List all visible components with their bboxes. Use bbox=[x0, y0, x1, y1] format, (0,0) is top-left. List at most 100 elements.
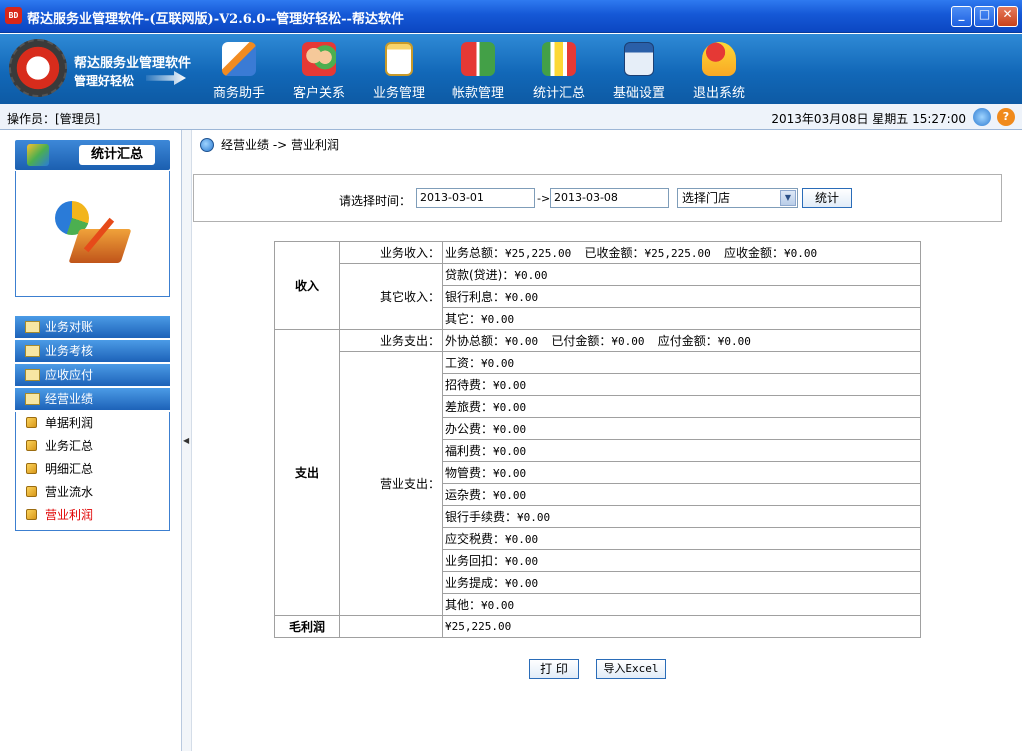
biz-expense-total-label: 外协总额： bbox=[445, 334, 506, 348]
globe-search-icon bbox=[200, 138, 214, 152]
biz-income-total-label: 业务总额： bbox=[445, 246, 506, 260]
brand-slogan: 管理好轻松 bbox=[74, 74, 135, 88]
biz-income-received: ¥25,225.00 bbox=[644, 247, 711, 260]
biz-expense-label: 业务支出： bbox=[339, 329, 443, 352]
sidebar-item-business-summary[interactable]: 业务汇总 bbox=[26, 436, 93, 456]
other-income-label: 其它收入： bbox=[339, 263, 443, 330]
menu-group-receivables[interactable]: 应收应付 bbox=[15, 364, 170, 386]
sidebar-item-operating-profit[interactable]: 营业利润 bbox=[26, 505, 93, 525]
start-date-input[interactable]: 2013-03-01 bbox=[416, 188, 535, 208]
nav-account-management[interactable]: 帐款管理 bbox=[442, 38, 514, 101]
arrow-icon bbox=[146, 71, 186, 85]
stat-button[interactable]: 统计 bbox=[802, 188, 852, 208]
menu-group-reconciliation[interactable]: 业务对账 bbox=[15, 316, 170, 338]
table-row: 收入 业务收入： 业务总额：¥25,225.00 已收金额：¥25,225.00… bbox=[274, 241, 921, 330]
row-value: ¥0.00 bbox=[505, 533, 539, 546]
people-icon bbox=[302, 42, 336, 76]
sidebar-item-turnover[interactable]: 营业流水 bbox=[26, 482, 93, 502]
help-icon[interactable]: ? bbox=[997, 108, 1015, 126]
cube-icon bbox=[26, 440, 37, 451]
nav-statistics[interactable]: 统计汇总 bbox=[523, 38, 595, 101]
row-value: ¥0.00 bbox=[517, 511, 551, 524]
sidebar-item-detail-summary[interactable]: 明细汇总 bbox=[26, 459, 93, 479]
row-label: 业务提成： bbox=[445, 576, 506, 590]
chevron-down-icon[interactable]: ▼ bbox=[780, 190, 796, 206]
row-value: ¥0.00 bbox=[493, 401, 527, 414]
row-value: ¥0.00 bbox=[493, 379, 527, 392]
end-date-input[interactable]: 2013-03-08 bbox=[550, 188, 669, 208]
panel-splitter[interactable]: ◀ bbox=[182, 130, 192, 751]
row-value: ¥0.00 bbox=[505, 555, 539, 568]
biz-income-values: 业务总额：¥25,225.00 已收金额：¥25,225.00 应收金额：¥0.… bbox=[442, 241, 921, 264]
row-label: 业务回扣： bbox=[445, 554, 506, 568]
gross-profit-empty bbox=[339, 615, 443, 638]
op-expense-row: 招待费：¥0.00 bbox=[442, 373, 921, 396]
row-value: ¥0.00 bbox=[493, 445, 527, 458]
row-value: ¥0.00 bbox=[493, 423, 527, 436]
sidebar-item-label: 单据利润 bbox=[45, 416, 94, 430]
row-label: 贷款(贷进)： bbox=[445, 268, 515, 282]
table-row: 其它收入： 贷款(贷进)：¥0.00 bbox=[275, 263, 921, 330]
print-button[interactable]: 打 印 bbox=[529, 659, 579, 679]
nav-label: 帐款管理 bbox=[451, 86, 504, 101]
menu-group-label: 业务对账 bbox=[45, 320, 94, 334]
biz-income-receivable-label: 应收金额： bbox=[724, 246, 785, 260]
window-title: 帮达服务业管理软件-(互联网版)-V2.6.0--管理好轻松--帮达软件 bbox=[27, 12, 404, 27]
op-expense-row: 业务回扣：¥0.00 bbox=[442, 549, 921, 572]
nav-exit[interactable]: 退出系统 bbox=[683, 38, 755, 101]
gear-logo-icon bbox=[9, 39, 67, 97]
export-excel-button[interactable]: 导入Excel bbox=[596, 659, 666, 679]
breadcrumb: 经营业绩 -> 营业利润 bbox=[200, 136, 339, 153]
sidebar-header-label: 统计汇总 bbox=[79, 145, 155, 165]
row-value: ¥0.00 bbox=[481, 357, 515, 370]
row-value: ¥0.00 bbox=[493, 489, 527, 502]
sidebar-item-label: 明细汇总 bbox=[45, 462, 94, 476]
store-select[interactable]: 选择门店 ▼ bbox=[677, 188, 798, 208]
menu-group-label: 经营业绩 bbox=[45, 392, 94, 406]
op-expense-row: 福利费：¥0.00 bbox=[442, 439, 921, 462]
biz-expense-payable: ¥0.00 bbox=[717, 335, 751, 348]
biz-expense-values: 外协总额：¥0.00 已付金额：¥0.00 应付金额：¥0.00 bbox=[442, 329, 921, 352]
top-banner: 帮达服务业管理软件 管理好轻松 商务助手 客户关系 业务管理 帐款管理 统计汇总… bbox=[0, 34, 1022, 104]
row-label: 福利费： bbox=[445, 444, 494, 458]
folder-icon bbox=[25, 393, 40, 405]
date-separator: -> bbox=[537, 192, 551, 205]
performance-submenu: 单据利润 业务汇总 明细汇总 营业流水 营业利润 bbox=[15, 412, 170, 531]
other-income-loan: 贷款(贷进)：¥0.00 bbox=[442, 263, 921, 286]
other-income-misc: 其它：¥0.00 bbox=[442, 307, 921, 330]
op-expense-row: 应交税费：¥0.00 bbox=[442, 527, 921, 550]
maximize-button[interactable]: □ bbox=[974, 6, 995, 27]
nav-business-assistant[interactable]: 商务助手 bbox=[203, 38, 275, 101]
filter-panel: 请选择时间： 2013-03-01 -> 2013-03-08 选择门店 ▼ 统… bbox=[193, 174, 1002, 222]
nav-basic-settings[interactable]: 基础设置 bbox=[603, 38, 675, 101]
sidebar-illustration bbox=[15, 171, 170, 297]
folder-icon bbox=[25, 345, 40, 357]
op-expense-row: 银行手续费：¥0.00 bbox=[442, 505, 921, 528]
sidebar-item-label: 业务汇总 bbox=[45, 439, 94, 453]
cube-icon bbox=[26, 509, 37, 520]
clipboard-icon bbox=[385, 42, 413, 76]
op-expense-row: 工资：¥0.00 bbox=[442, 351, 921, 374]
other-income-interest: 银行利息：¥0.00 bbox=[442, 285, 921, 308]
row-label: 银行利息： bbox=[445, 290, 506, 304]
close-button[interactable]: ✕ bbox=[997, 6, 1018, 27]
menu-group-performance[interactable]: 经营业绩 bbox=[15, 388, 170, 410]
biz-expense-paid-label: 已付金额： bbox=[551, 334, 612, 348]
main-content: 经营业绩 -> 营业利润 请选择时间： 2013-03-01 -> 2013-0… bbox=[193, 130, 1022, 751]
calculator-icon bbox=[624, 42, 654, 76]
nav-business-management[interactable]: 业务管理 bbox=[363, 38, 435, 101]
nav-customer-relations[interactable]: 客户关系 bbox=[283, 38, 355, 101]
row-label: 运杂费： bbox=[445, 488, 494, 502]
minimize-button[interactable]: _ bbox=[951, 6, 972, 27]
op-expense-row: 物管费：¥0.00 bbox=[442, 461, 921, 484]
menu-group-assessment[interactable]: 业务考核 bbox=[15, 340, 170, 362]
row-label: 差旅费： bbox=[445, 400, 494, 414]
user-status-icon[interactable] bbox=[973, 108, 991, 126]
row-label: 其它： bbox=[445, 312, 482, 326]
sidebar-item-document-profit[interactable]: 单据利润 bbox=[26, 413, 93, 433]
table-row: 支出 业务支出： 外协总额：¥0.00 已付金额：¥0.00 应付金额：¥0.0… bbox=[274, 329, 921, 616]
exit-icon bbox=[702, 42, 736, 76]
cube-icon bbox=[26, 463, 37, 474]
op-expense-row: 运杂费：¥0.00 bbox=[442, 483, 921, 506]
collapse-arrow-icon[interactable]: ◀ bbox=[183, 436, 189, 445]
